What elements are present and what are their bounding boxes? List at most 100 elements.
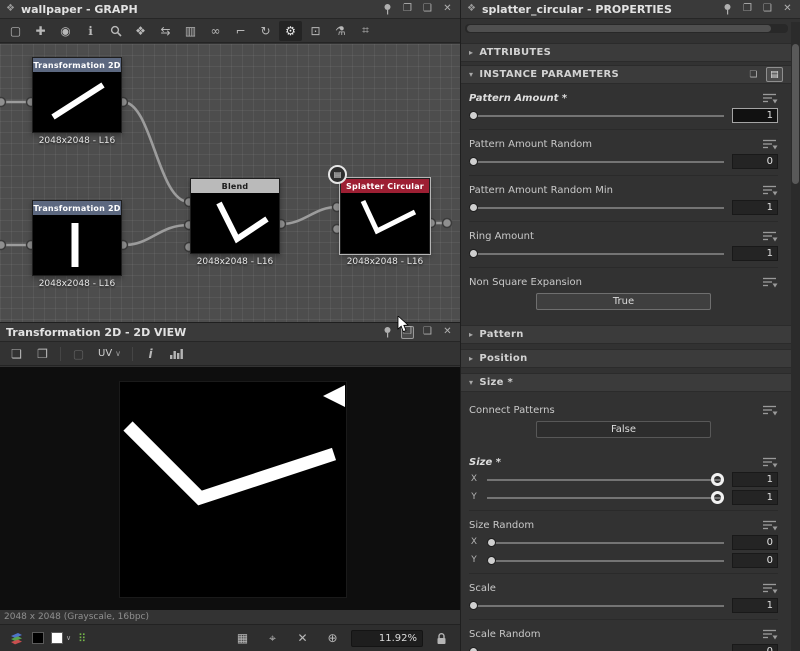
close-icon[interactable]: ✕ (441, 326, 454, 339)
graph-canvas[interactable]: Transformation 2D 2048x2048 - L16 Transf… (0, 44, 460, 322)
lock-zoom-icon[interactable] (430, 628, 453, 648)
scrollbar-thumb[interactable] (792, 44, 799, 184)
split-links-icon[interactable]: ⇆ (154, 21, 177, 41)
wrench-tool-icon[interactable]: ⚙ (279, 21, 302, 41)
pinned-preview-badge[interactable]: ▤ (328, 165, 347, 184)
ring-amount-value[interactable]: 1 (732, 246, 778, 261)
function-icon[interactable] (763, 139, 778, 150)
close-icon[interactable]: ✕ (781, 3, 794, 16)
function-icon[interactable] (763, 629, 778, 640)
function-icon[interactable] (763, 520, 778, 531)
slider-handle[interactable] (469, 647, 478, 651)
function-icon[interactable] (763, 231, 778, 242)
tiling-preview-icon[interactable]: ⠿ (78, 632, 86, 645)
pattern-amount-random-min-value[interactable]: 1 (732, 200, 778, 215)
slider-handle[interactable] (711, 473, 724, 486)
pin-icon[interactable] (381, 3, 394, 16)
scrollbar-thumb[interactable] (467, 25, 771, 32)
node-blend[interactable]: Blend 2048x2048 - L16 (190, 178, 280, 267)
clear-view-icon[interactable]: ✕ (291, 628, 314, 648)
rotate-icon[interactable]: ↻ (254, 21, 277, 41)
dock-icon[interactable]: ❐ (401, 3, 414, 16)
function-icon[interactable] (763, 405, 778, 416)
channels-icon[interactable] (7, 628, 25, 648)
marquee-select-icon[interactable]: ▢ (4, 21, 27, 41)
chevron-down-icon[interactable]: ∨ (66, 634, 71, 642)
maximize-icon[interactable]: ❑ (761, 3, 774, 16)
connect-patterns-toggle[interactable]: False (536, 421, 711, 438)
size-random-y-value[interactable]: 0 (732, 553, 778, 568)
histogram-icon[interactable] (165, 344, 188, 364)
properties-vertical-scrollbar[interactable] (791, 22, 800, 651)
size-x-value[interactable]: 1 (732, 472, 778, 487)
copy-image-icon[interactable]: ❐ (31, 344, 54, 364)
camera-icon[interactable]: ◉ (54, 21, 77, 41)
node-transformation-2d-top[interactable]: Transformation 2D 2048x2048 - L16 (32, 57, 122, 146)
zoom-level-field[interactable]: 11.92% (351, 630, 423, 647)
information-icon[interactable]: i (139, 344, 162, 364)
scale-random-slider[interactable] (469, 645, 724, 651)
slider-handle[interactable] (487, 538, 496, 547)
size-x-slider[interactable] (487, 473, 724, 486)
function-icon[interactable] (763, 277, 778, 288)
function-icon[interactable] (763, 583, 778, 594)
function-icon[interactable] (763, 93, 778, 104)
section-attributes[interactable]: ▸ ATTRIBUTES (461, 43, 791, 62)
maximize-icon[interactable]: ❑ (421, 326, 434, 339)
slider-handle[interactable] (469, 601, 478, 610)
node-splatter-circular[interactable]: ▤ Splatter Circular 2048x2048 - L16 (340, 178, 430, 267)
preview-node-icon[interactable]: ⊡ (304, 21, 327, 41)
search-icon[interactable] (104, 21, 127, 41)
scale-value[interactable]: 1 (732, 598, 778, 613)
background-toggle-icon[interactable]: ▢ (67, 344, 90, 364)
view-2d-canvas[interactable] (0, 367, 460, 610)
comment-icon[interactable]: ❏ (745, 67, 762, 82)
slider-handle[interactable] (487, 556, 496, 565)
non-square-expansion-toggle[interactable]: True (536, 293, 711, 310)
size-random-y-slider[interactable] (487, 554, 724, 567)
frame-all-icon[interactable]: ⌗ (354, 21, 377, 41)
properties-horizontal-scrollbar[interactable] (465, 24, 788, 33)
grid-toggle-icon[interactable]: ▦ (231, 628, 254, 648)
layout-columns-icon[interactable]: ▥ (179, 21, 202, 41)
size-random-x-value[interactable]: 0 (732, 535, 778, 550)
scale-slider[interactable] (469, 599, 724, 612)
section-position[interactable]: ▸ Position (461, 349, 791, 368)
list-view-icon[interactable]: ▤ (766, 67, 783, 82)
scale-random-value[interactable]: 0 (732, 644, 778, 651)
pattern-amount-value[interactable]: 1 (732, 108, 778, 123)
move-tool-icon[interactable]: ✚ (29, 21, 52, 41)
size-random-x-slider[interactable] (487, 536, 724, 549)
function-icon[interactable] (763, 457, 778, 468)
uv-mode-dropdown[interactable]: UV ∨ (93, 344, 126, 364)
link-mode-icon[interactable]: ∞ (204, 21, 227, 41)
foreground-color-white-swatch[interactable] (51, 632, 63, 644)
slider-handle[interactable] (711, 491, 724, 504)
bake-icon[interactable]: ⚗ (329, 21, 352, 41)
save-image-icon[interactable]: ❏ (5, 344, 28, 364)
slider-handle[interactable] (469, 111, 478, 120)
section-size[interactable]: ▾ Size * (461, 373, 791, 392)
section-instance-parameters[interactable]: ▾ INSTANCE PARAMETERS ❏ ▤ (461, 65, 791, 84)
material-icon[interactable]: ❖ (129, 21, 152, 41)
maximize-icon[interactable]: ❑ (421, 3, 434, 16)
node-transformation-2d-bottom[interactable]: Transformation 2D 2048x2048 - L16 (32, 200, 122, 289)
center-view-icon[interactable]: ⊕ (321, 628, 344, 648)
pin-icon[interactable] (721, 3, 734, 16)
section-pattern[interactable]: ▸ Pattern (461, 325, 791, 344)
slider-handle[interactable] (469, 249, 478, 258)
elbow-links-icon[interactable]: ⌐ (229, 21, 252, 41)
snap-icon[interactable]: ⌖ (261, 628, 284, 648)
pattern-amount-random-value[interactable]: 0 (732, 154, 778, 169)
pin-icon[interactable] (381, 326, 394, 339)
slider-handle[interactable] (469, 203, 478, 212)
pattern-amount-slider[interactable] (469, 109, 724, 122)
pattern-amount-random-min-slider[interactable] (469, 201, 724, 214)
info-icon[interactable]: ℹ (79, 21, 102, 41)
function-icon[interactable] (763, 185, 778, 196)
size-y-value[interactable]: 1 (732, 490, 778, 505)
size-y-slider[interactable] (487, 491, 724, 504)
slider-handle[interactable] (469, 157, 478, 166)
background-color-black-swatch[interactable] (32, 632, 44, 644)
dock-icon[interactable]: ❐ (741, 3, 754, 16)
